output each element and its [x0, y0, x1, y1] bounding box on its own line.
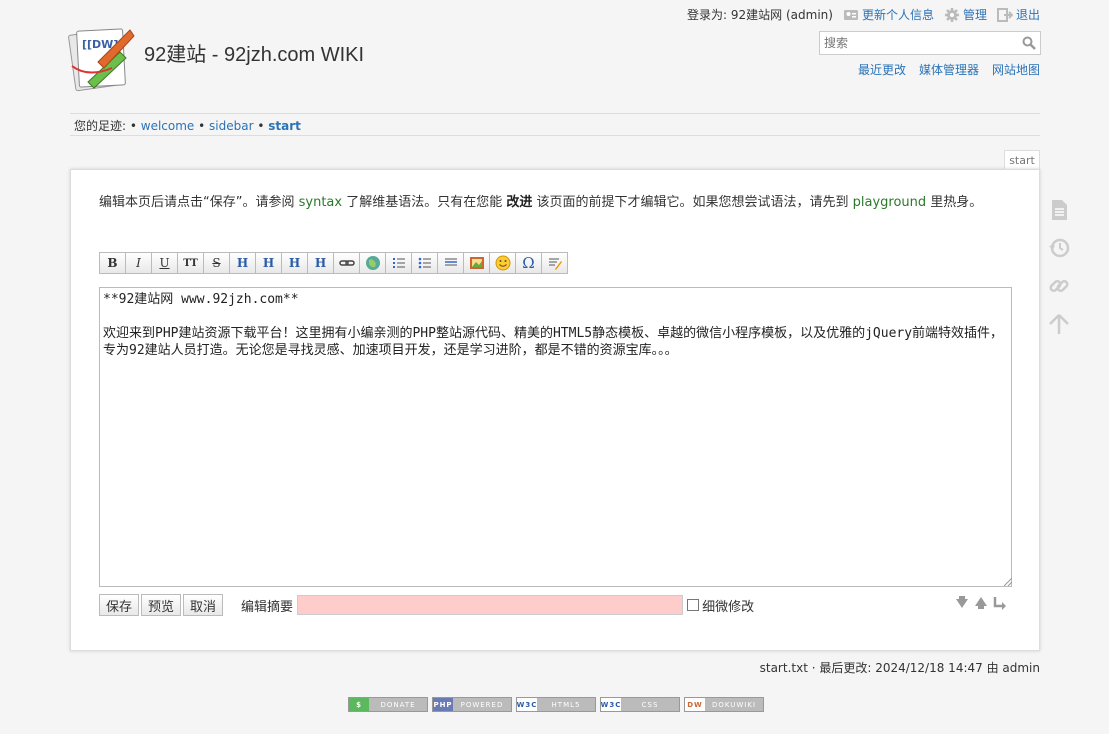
preview-button[interactable]: 预览 — [141, 594, 182, 616]
edit-intro-text: 编辑本页后请点击“保存”。请参阅 syntax 了解维基语法。只有在您能 改进 … — [99, 195, 983, 210]
resize-handle-icon[interactable] — [1004, 578, 1012, 586]
media-button[interactable] — [463, 252, 490, 274]
globe-icon — [365, 256, 380, 270]
unordered-list-icon — [418, 257, 431, 269]
edit-summary-input[interactable] — [297, 595, 684, 615]
italic-button[interactable]: I — [125, 252, 152, 274]
update-profile-link[interactable]: 更新个人信息 — [843, 6, 934, 23]
heading-same-level-button[interactable]: H — [229, 252, 256, 274]
heading-lower-level-button[interactable]: H — [255, 252, 282, 274]
header-divider — [70, 113, 1040, 114]
recent-changes-link[interactable]: 最近更改 — [858, 61, 906, 78]
external-link-button[interactable] — [359, 252, 386, 274]
monospace-button[interactable]: TT — [177, 252, 204, 274]
minor-edit-checkbox[interactable] — [687, 599, 700, 611]
unordered-list-button[interactable] — [411, 252, 438, 274]
breadcrumb-start[interactable]: start — [268, 119, 301, 133]
site-tools: 最近更改 媒体管理器 网站地图 — [858, 61, 1040, 78]
profile-card-icon — [843, 9, 858, 20]
syntax-link[interactable]: syntax — [299, 195, 342, 210]
ordered-list-icon — [392, 258, 405, 268]
search-input[interactable] — [820, 32, 1016, 54]
horizontal-rule-icon — [444, 258, 457, 266]
editor-toolbar: B I U TT S H H H H Ω — [99, 252, 568, 274]
page-id-tab: start — [1004, 150, 1040, 170]
last-modified: · 最后更改: 2024/12/18 14:47 由 admin — [807, 661, 1040, 675]
signature-button[interactable] — [541, 252, 568, 274]
wrap-toggle-icon[interactable] — [991, 595, 1009, 611]
heading-select-button[interactable]: H — [307, 252, 334, 274]
logout-link[interactable]: 退出 — [996, 6, 1040, 23]
edit-actions-bar: 保存 预览 取消 编辑摘要 细微修改 — [99, 594, 754, 616]
doc-info: start.txt · 最后更改: 2024/12/18 14:47 由 adm… — [760, 659, 1040, 676]
media-manager-link[interactable]: 媒体管理器 — [919, 61, 979, 78]
arrow-down-icon[interactable] — [953, 595, 971, 611]
improve-text: 改进 — [506, 195, 533, 210]
search-icon[interactable] — [1022, 36, 1036, 50]
internal-link-button[interactable] — [333, 252, 360, 274]
underline-button[interactable]: U — [151, 252, 178, 274]
user-tools: 登录为: 92建站网 (admin) 更新个人信息 管理 退出 — [687, 6, 1040, 23]
w3c-css-badge[interactable]: W3C CSS — [600, 697, 680, 712]
w3c-html5-badge[interactable]: W3C HTML5 — [516, 697, 596, 712]
ordered-list-button[interactable] — [385, 252, 412, 274]
signature-pen-icon — [548, 258, 562, 270]
strikethrough-button[interactable]: S — [203, 252, 230, 274]
logged-in-as: 登录为: 92建站网 (admin) — [687, 8, 833, 22]
cancel-button[interactable]: 取消 — [183, 594, 224, 616]
bold-button[interactable]: B — [99, 252, 126, 274]
edit-page: 编辑本页后请点击“保存”。请参阅 syntax 了解维基语法。只有在您能 改进 … — [70, 169, 1040, 651]
minor-edit-option[interactable]: 细微修改 — [687, 596, 754, 615]
breadcrumb-sidebar[interactable]: sidebar — [209, 119, 254, 133]
save-button[interactable]: 保存 — [99, 594, 140, 616]
breadcrumb-label: 您的足迹: — [74, 119, 127, 133]
breadcrumb-welcome[interactable]: welcome — [141, 119, 195, 133]
sitemap-link[interactable]: 网站地图 — [992, 61, 1040, 78]
back-to-top-icon[interactable] — [1046, 312, 1072, 336]
backlinks-icon[interactable] — [1046, 274, 1072, 298]
footer-badges: $ DONATE PHP POWERED W3C HTML5 W3C CSS DW DOK… — [348, 697, 764, 712]
playground-link[interactable]: playground — [853, 195, 927, 210]
show-page-icon[interactable] — [1046, 198, 1072, 222]
php-powered-badge[interactable]: PHP POWERED — [432, 697, 512, 712]
heading-higher-level-button[interactable]: H — [281, 252, 308, 274]
donate-badge[interactable]: $ DONATE — [348, 697, 428, 712]
gear-icon — [944, 7, 959, 22]
dokuwiki-logo-icon[interactable]: [[DW]] — [68, 22, 136, 94]
breadcrumb: 您的足迹: • welcome • sidebar • start — [74, 119, 301, 133]
wiki-text-editor[interactable]: **92建站网 www.92jzh.com** 欢迎来到PHP建站资源下载平台！… — [99, 287, 1012, 587]
site-title[interactable]: 92建站 - 92jzh.com WIKI — [144, 38, 364, 67]
search-box — [819, 31, 1041, 55]
history-icon[interactable] — [1046, 236, 1072, 260]
minor-edit-label: 细微修改 — [702, 599, 755, 615]
chain-link-icon — [338, 260, 355, 266]
doc-filename: start.txt — [759, 661, 808, 675]
breadcrumb-divider — [70, 135, 1040, 136]
admin-link[interactable]: 管理 — [944, 6, 987, 23]
image-icon — [469, 257, 484, 269]
smiley-icon — [495, 255, 510, 271]
edit-summary-label: 编辑摘要 — [241, 599, 294, 615]
editor-size-controls — [953, 595, 1009, 611]
dokuwiki-badge[interactable]: DW DOKUWIKI — [684, 697, 764, 712]
special-chars-button[interactable]: Ω — [515, 252, 542, 274]
arrow-up-icon[interactable] — [972, 595, 990, 611]
smiley-button[interactable] — [489, 252, 516, 274]
logout-icon — [996, 7, 1013, 22]
page-tools — [1046, 198, 1072, 336]
horizontal-rule-button[interactable] — [437, 252, 464, 274]
